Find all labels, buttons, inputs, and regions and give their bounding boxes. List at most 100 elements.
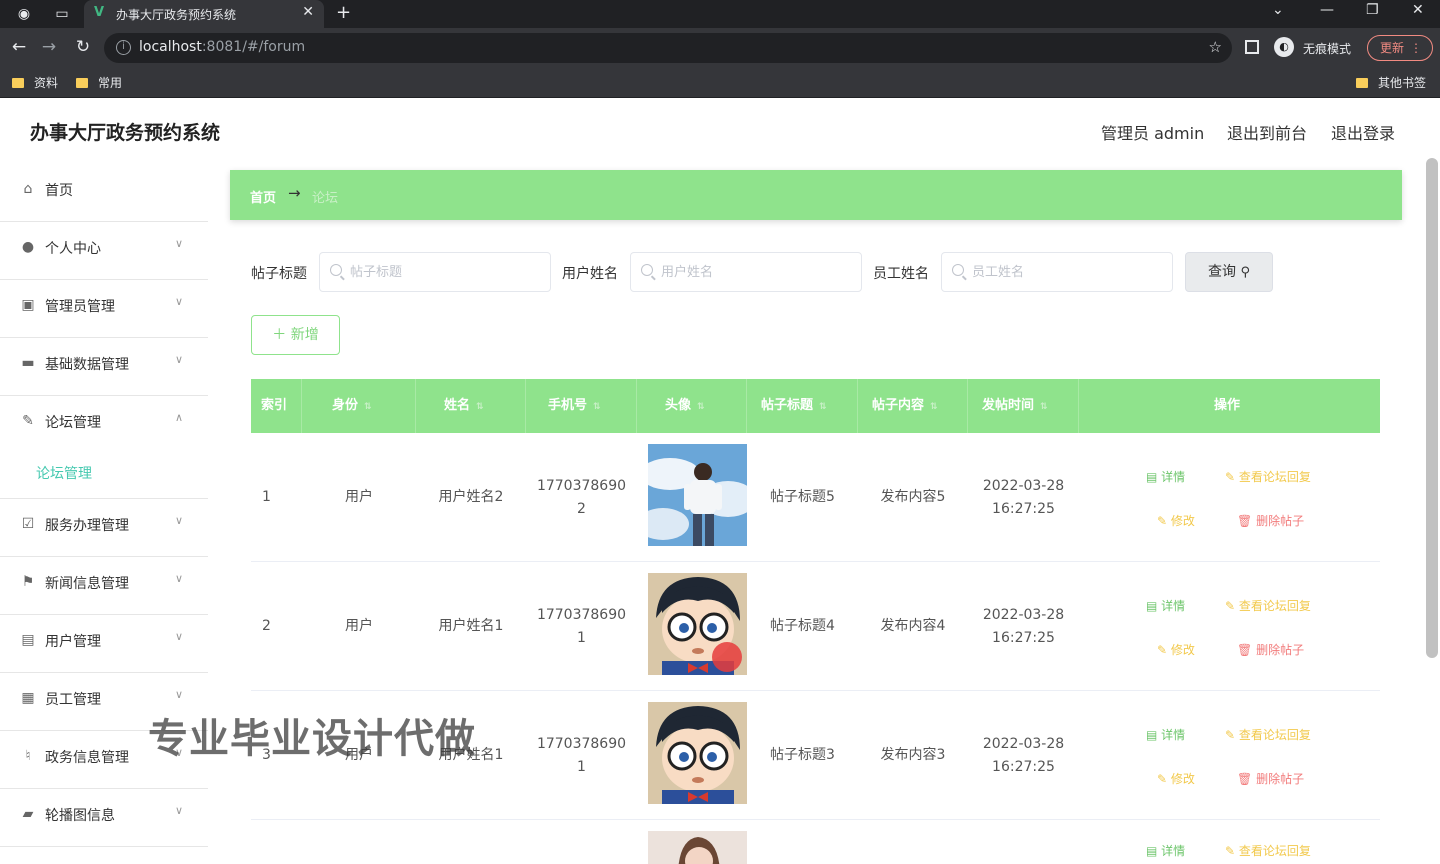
post-title-input[interactable] — [350, 262, 540, 282]
staffname-input[interactable] — [972, 262, 1162, 282]
sidebar-item-basic-data[interactable]: ▬ 基础数据管理 ∨ — [0, 338, 208, 396]
sort-icon[interactable]: ⇅ — [930, 402, 938, 412]
bookmark-star-icon[interactable]: ☆ — [1209, 38, 1222, 56]
detail-button[interactable]: ▤ 详情 — [1146, 468, 1185, 485]
column-header-name[interactable]: 姓名 ⇅ — [416, 379, 526, 433]
other-bookmarks[interactable]: 其他书签 — [1356, 74, 1426, 91]
delete-button[interactable]: 🗑 删除帖子 — [1237, 770, 1304, 787]
action-label: 修改 — [1170, 514, 1195, 528]
forward-icon[interactable]: → — [38, 37, 60, 57]
bookmark-folder[interactable]: 常用 — [76, 74, 122, 91]
url-text[interactable]: localhost:8081/#/forum — [139, 39, 305, 55]
header-label: 头像 — [665, 398, 692, 413]
site-info-icon[interactable]: i — [116, 40, 131, 55]
detail-button[interactable]: ▤ 详情 — [1146, 597, 1185, 614]
page-scrollbar[interactable] — [1426, 158, 1438, 658]
sort-icon[interactable]: ⇅ — [819, 402, 827, 412]
reload-icon[interactable]: ↻ — [72, 37, 94, 57]
post-time: 16:27:25 — [992, 500, 1055, 517]
column-header-actions: 操作 — [1079, 379, 1380, 433]
column-header-post-content[interactable]: 帖子内容 ⇅ — [858, 379, 968, 433]
chevron-down-icon: ∨ — [175, 295, 184, 308]
sidebar-item-personal[interactable]: ● 个人中心 ∨ — [0, 222, 208, 280]
column-header-index: 索引 — [251, 379, 302, 433]
header-label: 姓名 — [444, 398, 471, 413]
sidebar-subitem-forum[interactable]: 论坛管理 — [0, 447, 208, 499]
tab-search-icon[interactable]: ⌄ — [1272, 2, 1284, 18]
sort-icon[interactable]: ⇅ — [1040, 402, 1048, 412]
tab-close-icon[interactable]: ✕ — [302, 4, 314, 20]
sort-icon[interactable]: ⇅ — [697, 402, 705, 412]
sidebar-item-forum[interactable]: ✎ 论坛管理 ∧ — [0, 396, 208, 454]
more-menu-icon[interactable]: ⋮ — [1410, 36, 1422, 60]
view-replies-button[interactable]: ✎ 查看论坛回复 — [1225, 468, 1311, 485]
side-panel-icon[interactable] — [1245, 40, 1259, 54]
sidebar-item-admins[interactable]: ▣ 管理员管理 ∨ — [0, 280, 208, 338]
column-header-phone[interactable]: 手机号 ⇅ — [526, 379, 637, 433]
header-label: 帖子标题 — [761, 398, 814, 413]
sidebar-item-label: 政务信息管理 — [45, 750, 129, 766]
column-header-avatar[interactable]: 头像 ⇅ — [637, 379, 747, 433]
edit-button[interactable]: ✎ 修改 — [1157, 641, 1195, 658]
delete-button[interactable]: 🗑 删除帖子 — [1237, 512, 1304, 529]
chevron-up-icon: ∧ — [175, 411, 184, 424]
username-search-input[interactable] — [630, 252, 862, 292]
sidebar-item-services[interactable]: ☑ 服务办理管理 ∨ — [0, 499, 208, 557]
minimize-icon[interactable]: — — [1320, 2, 1334, 18]
mic-icon: ♮ — [25, 748, 31, 764]
sidebar-item-home[interactable]: ⌂ 首页 — [0, 164, 208, 222]
column-header-post-title[interactable]: 帖子标题 ⇅ — [747, 379, 858, 433]
query-button[interactable]: 查询 ⚲ — [1185, 252, 1273, 292]
avatar[interactable] — [648, 831, 747, 864]
add-button[interactable]: ＋ 新增 — [251, 315, 340, 355]
bookmarks-bar: 资料 常用 其他书签 — [0, 68, 1440, 98]
cell-post-content: 发布内容4 — [880, 618, 946, 634]
detail-button[interactable]: ▤ 详情 — [1146, 726, 1185, 743]
sort-icon[interactable]: ⇅ — [476, 402, 484, 412]
post-date: 2022-03-28 — [982, 606, 1065, 623]
incognito-icon[interactable]: ◐ — [1274, 37, 1294, 57]
sidebar-item-users[interactable]: ▤ 用户管理 ∨ — [0, 615, 208, 673]
sidebar-item-news[interactable]: ⚑ 新闻信息管理 ∨ — [0, 557, 208, 615]
back-icon[interactable]: ← — [8, 37, 30, 57]
cell-post-title: 帖子标题5 — [770, 489, 835, 505]
edit-button[interactable]: ✎ 修改 — [1157, 770, 1195, 787]
maximize-icon[interactable]: ❐ — [1366, 2, 1379, 18]
edit-icon: ✎ — [1157, 643, 1168, 657]
avatar[interactable] — [648, 444, 747, 546]
sort-icon[interactable]: ⇅ — [364, 402, 372, 412]
new-tab-icon[interactable]: + — [336, 2, 351, 23]
avatar[interactable] — [648, 702, 747, 804]
header-label: 操作 — [1214, 398, 1241, 413]
delete-button[interactable]: 🗑 删除帖子 — [1237, 641, 1304, 658]
view-replies-button[interactable]: ✎ 查看论坛回复 — [1225, 842, 1311, 859]
search-icon: ⚲ — [1240, 265, 1250, 280]
window-icon[interactable]: ▭ — [52, 4, 72, 24]
view-replies-button[interactable]: ✎ 查看论坛回复 — [1225, 597, 1311, 614]
edit-icon: ✎ — [1157, 772, 1168, 786]
username-input[interactable] — [661, 262, 851, 282]
edit-button[interactable]: ✎ 修改 — [1157, 512, 1195, 529]
breadcrumb-home[interactable]: 首页 — [250, 187, 276, 206]
sidebar-item-carousel[interactable]: ▰ 轮播图信息 ∨ — [0, 789, 208, 847]
sort-icon[interactable]: ⇅ — [593, 402, 601, 412]
window-close-icon[interactable]: ✕ — [1412, 2, 1424, 18]
admin-icon: ▣ — [21, 297, 35, 313]
logout-link[interactable]: 退出登录 — [1331, 120, 1395, 144]
omnibox[interactable]: i localhost:8081/#/forum ☆ — [104, 33, 1232, 63]
detail-button[interactable]: ▤ 详情 — [1146, 842, 1185, 859]
portrait-avatar-icon — [648, 831, 747, 864]
update-button[interactable]: 更新 ⋮ — [1367, 35, 1433, 61]
column-header-role[interactable]: 身份 ⇅ — [302, 379, 416, 433]
browser-menu-icon[interactable]: ◉ — [14, 4, 34, 24]
staffname-search-input[interactable] — [941, 252, 1173, 292]
bookmark-folder[interactable]: 资料 — [12, 74, 58, 91]
trash-icon: 🗑 — [1237, 772, 1253, 786]
back-to-front-link[interactable]: 退出到前台 — [1227, 120, 1307, 144]
edit-icon: ✎ — [1225, 844, 1236, 858]
bookmark-label: 其他书签 — [1378, 76, 1427, 90]
view-replies-button[interactable]: ✎ 查看论坛回复 — [1225, 726, 1311, 743]
browser-tab[interactable]: V 办事大厅政务预约系统 ✕ — [84, 0, 324, 28]
post-title-search-input[interactable] — [319, 252, 551, 292]
column-header-post-time[interactable]: 发帖时间 ⇅ — [968, 379, 1079, 433]
